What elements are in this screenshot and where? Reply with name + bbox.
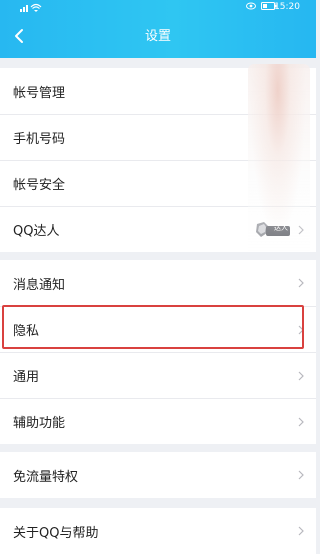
chevron-right-icon [298, 417, 304, 426]
phone-number-label: 手机号码 [13, 132, 66, 147]
signal-wifi-icon [20, 3, 42, 12]
account-security-label: 帐号安全 [13, 178, 66, 193]
status-bar: 15:20 [0, 0, 316, 14]
page-title: 设置 [144, 29, 171, 44]
free-data-privilege-label: 免流量特权 [13, 469, 79, 485]
free-data-privilege-row[interactable]: 免流量特权 [0, 452, 316, 498]
eye-icon [246, 2, 256, 10]
chevron-right-icon [298, 470, 304, 480]
top-header: 15:20 设置 [0, 0, 316, 58]
general-row[interactable]: 通用 [0, 352, 316, 398]
message-notification-row[interactable]: 消息通知 [0, 260, 316, 306]
message-notification-label: 消息通知 [13, 277, 66, 293]
about-group: 关于QQ与帮助 [0, 508, 316, 554]
about-help-label: 关于QQ与帮助 [13, 525, 99, 541]
general-settings-group: 消息通知 隐私 通用 辅助功能 [0, 260, 316, 444]
general-label: 通用 [13, 370, 40, 385]
qq-daren-label: QQ达人 [13, 224, 60, 239]
data-privilege-group: 免流量特权 [0, 452, 316, 498]
status-time: 15:20 [274, 2, 300, 12]
accessibility-label: 辅助功能 [13, 416, 66, 431]
about-help-row[interactable]: 关于QQ与帮助 [0, 508, 316, 554]
accessibility-row[interactable]: 辅助功能 [0, 398, 316, 444]
blurred-avatar-area [248, 64, 310, 256]
privacy-highlight-box [2, 305, 304, 349]
chevron-right-icon [298, 371, 304, 380]
chevron-right-icon [298, 278, 304, 288]
account-management-label: 帐号管理 [13, 85, 66, 101]
